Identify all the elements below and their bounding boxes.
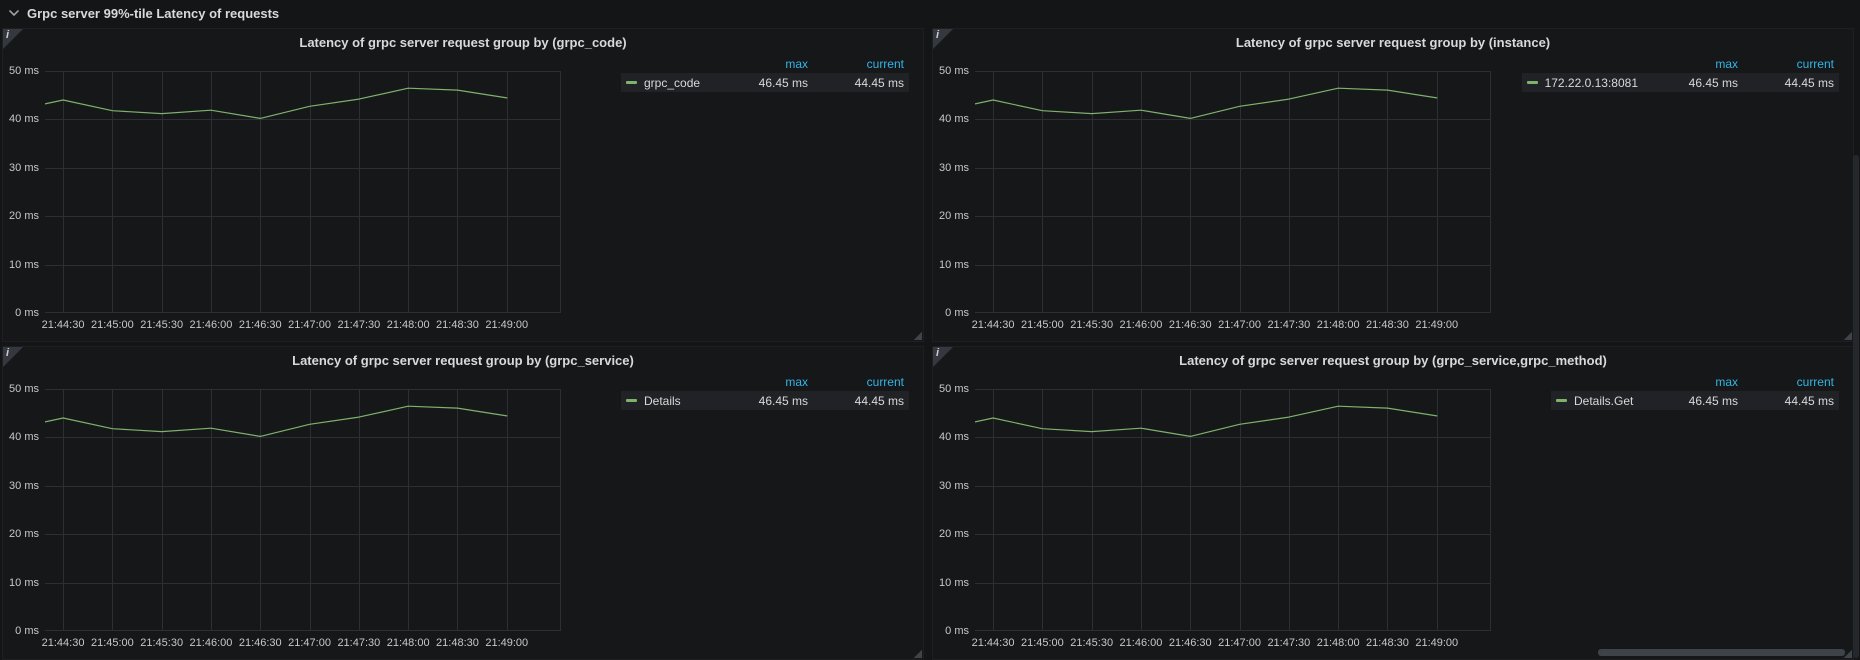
legend-current-header[interactable]: current xyxy=(1738,375,1834,389)
series-color-swatch[interactable] xyxy=(626,399,637,402)
y-axis-tick-label: 30 ms xyxy=(9,479,39,492)
legend-max-header[interactable]: max xyxy=(722,375,808,389)
legend-current-header[interactable]: current xyxy=(808,375,904,389)
series-name[interactable]: grpc_code xyxy=(644,76,700,90)
legend-max-header[interactable]: max xyxy=(722,57,808,71)
latency-series-line xyxy=(975,87,1438,120)
series-max-value: 46.45 ms xyxy=(758,75,808,90)
y-axis-tick-label: 50 ms xyxy=(939,383,969,395)
chart-plot-area[interactable] xyxy=(975,389,1491,631)
y-axis-tick-label: 30 ms xyxy=(939,161,969,174)
legend-max-header[interactable]: max xyxy=(1652,375,1738,389)
chart-canvas xyxy=(975,389,1491,631)
series-name[interactable]: Details.Get xyxy=(1574,394,1633,408)
legend: max current Details.Get 46.45 ms 44.45 m… xyxy=(1551,372,1839,410)
chart-panel: i Latency of grpc server request group b… xyxy=(932,346,1854,660)
row-title: Grpc server 99%-tile Latency of requests xyxy=(27,5,280,21)
y-axis-tick-label: 40 ms xyxy=(9,113,39,126)
legend-header-row: max current xyxy=(1551,372,1839,391)
series-name[interactable]: Details xyxy=(644,394,681,408)
y-axis-tick-label: 10 ms xyxy=(939,258,969,271)
series-color-swatch[interactable] xyxy=(626,81,637,84)
latency-series-line xyxy=(45,405,508,438)
panel-title[interactable]: Latency of grpc server request group by … xyxy=(933,353,1853,368)
legend-series-row: grpc_code 46.45 ms 44.45 ms xyxy=(621,73,909,92)
legend-series-row: Details 46.45 ms 44.45 ms xyxy=(621,391,909,410)
dashboard-row-header[interactable]: Grpc server 99%-tile Latency of requests xyxy=(0,0,279,26)
y-axis-tick-label: 50 ms xyxy=(9,383,39,395)
chart-panel: i Latency of grpc server request group b… xyxy=(932,28,1854,342)
horizontal-scrollbar-thumb[interactable] xyxy=(1598,649,1845,656)
chart-plot-area[interactable] xyxy=(975,71,1491,313)
y-axis-tick-label: 10 ms xyxy=(9,576,39,589)
panel-resize-grip[interactable] xyxy=(913,331,922,340)
latency-series-line xyxy=(975,405,1438,438)
y-axis-tick-label: 50 ms xyxy=(939,65,969,77)
series-name[interactable]: 172.22.0.13:8081 xyxy=(1545,76,1638,90)
chart-panel: i Latency of grpc server request group b… xyxy=(2,346,924,660)
y-axis-tick-label: 40 ms xyxy=(939,431,969,444)
chart-plot-area[interactable] xyxy=(45,389,561,631)
y-axis-tick-label: 10 ms xyxy=(939,576,969,589)
legend-header-row: max current xyxy=(621,54,909,73)
chart-canvas xyxy=(45,71,561,313)
legend-max-header[interactable]: max xyxy=(1652,57,1738,71)
x-axis-tick-label: 21:49:00 xyxy=(485,637,529,649)
legend-header-row: max current xyxy=(621,372,909,391)
legend-current-header[interactable]: current xyxy=(1738,57,1834,71)
y-axis-tick-label: 10 ms xyxy=(9,258,39,271)
legend-header-row: max current xyxy=(1551,54,1839,73)
panel-resize-grip[interactable] xyxy=(1843,331,1852,340)
series-max-value: 46.45 ms xyxy=(1688,75,1738,90)
y-axis-tick-label: 40 ms xyxy=(9,431,39,444)
panel-title[interactable]: Latency of grpc server request group by … xyxy=(3,353,923,368)
series-current-value: 44.45 ms xyxy=(854,393,904,408)
chart-plot-area[interactable] xyxy=(45,71,561,313)
panel-title[interactable]: Latency of grpc server request group by … xyxy=(3,35,923,50)
chevron-down-icon xyxy=(8,7,20,19)
series-max-value: 46.45 ms xyxy=(1688,393,1738,408)
series-current-value: 44.45 ms xyxy=(1784,75,1834,90)
dashboard: Grpc server 99%-tile Latency of requests… xyxy=(0,0,1860,660)
series-current-value: 44.45 ms xyxy=(1784,393,1834,408)
legend-current-header[interactable]: current xyxy=(808,57,904,71)
legend: max current 172.22.0.13:8081 46.45 ms 44… xyxy=(1521,54,1839,92)
legend-series-row: 172.22.0.13:8081 46.45 ms 44.45 ms xyxy=(1521,73,1839,92)
y-axis-tick-label: 30 ms xyxy=(939,479,969,492)
chart-canvas xyxy=(975,71,1491,313)
y-axis-tick-label: 20 ms xyxy=(939,528,969,541)
y-axis-tick-label: 50 ms xyxy=(9,65,39,77)
y-axis-tick-label: 20 ms xyxy=(9,210,39,223)
chart-panel: i Latency of grpc server request group b… xyxy=(2,28,924,342)
series-color-swatch[interactable] xyxy=(1556,399,1567,402)
series-color-swatch[interactable] xyxy=(1526,81,1538,84)
y-axis-tick-label: 20 ms xyxy=(939,210,969,223)
y-axis-tick-label: 20 ms xyxy=(9,528,39,541)
latency-series-line xyxy=(45,87,508,120)
vertical-scrollbar-thumb[interactable] xyxy=(1853,155,1859,658)
panel-resize-grip[interactable] xyxy=(913,649,922,658)
legend-series-row: Details.Get 46.45 ms 44.45 ms xyxy=(1551,391,1839,410)
series-current-value: 44.45 ms xyxy=(854,75,904,90)
x-axis-tick-label: 21:49:00 xyxy=(1415,319,1459,331)
series-max-value: 46.45 ms xyxy=(758,393,808,408)
x-axis-tick-label: 21:49:00 xyxy=(485,319,529,331)
x-axis-tick-label: 21:49:00 xyxy=(1415,637,1459,649)
panel-title[interactable]: Latency of grpc server request group by … xyxy=(933,35,1853,50)
y-axis-tick-label: 30 ms xyxy=(9,161,39,174)
legend: max current Details 46.45 ms 44.45 ms xyxy=(621,372,909,410)
y-axis-tick-label: 40 ms xyxy=(939,113,969,126)
chart-canvas xyxy=(45,389,561,631)
legend: max current grpc_code 46.45 ms 44.45 ms xyxy=(621,54,909,92)
